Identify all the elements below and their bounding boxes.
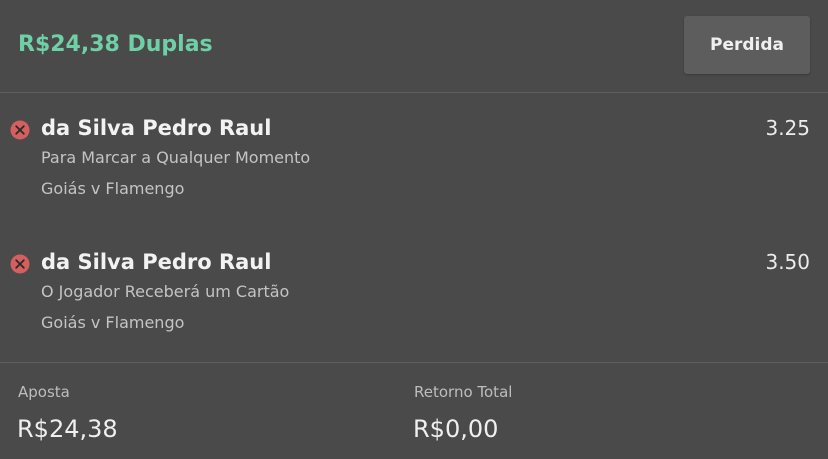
odds-value: 3.25 [765, 116, 810, 140]
selection-item: da Silva Pedro Raul 3.25 Para Marcar a Q… [0, 112, 828, 212]
event-name: Goiás v Flamengo [41, 313, 185, 332]
status-button[interactable]: Perdida [684, 16, 810, 74]
market-name: O Jogador Receberá um Cartão [41, 282, 290, 301]
divider [0, 362, 828, 363]
selection-item: da Silva Pedro Raul 3.50 O Jogador Receb… [0, 246, 828, 346]
x-circle-icon [10, 254, 30, 274]
stake-label: Aposta [18, 383, 70, 401]
stake-value: R$24,38 [17, 415, 118, 443]
divider [0, 92, 828, 93]
player-name: da Silva Pedro Raul [41, 116, 272, 140]
total-return-label: Retorno Total [414, 383, 513, 401]
event-name: Goiás v Flamengo [41, 179, 185, 198]
total-return-value: R$0,00 [413, 415, 499, 443]
bet-title: R$24,38 Duplas [18, 32, 213, 57]
player-name: da Silva Pedro Raul [41, 250, 272, 274]
market-name: Para Marcar a Qualquer Momento [41, 148, 311, 167]
odds-value: 3.50 [765, 250, 810, 274]
x-circle-icon [10, 120, 30, 140]
bet-header: R$24,38 Duplas Perdida [0, 0, 828, 92]
